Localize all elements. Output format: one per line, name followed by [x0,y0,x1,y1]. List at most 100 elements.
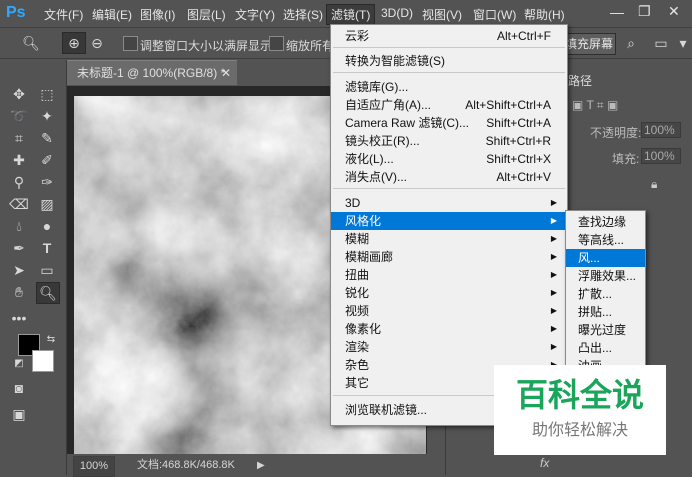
brush-tool-icon[interactable]: ✐ [36,150,58,170]
stylize-find-edges[interactable]: 查找边缘 [566,213,645,231]
default-colors-icon[interactable]: ◩ [8,354,30,374]
stylize-diffuse[interactable]: 扩散... [566,285,645,303]
menu-window[interactable]: 窗口(W) [473,6,516,23]
zoom-level[interactable]: 100% [73,456,115,477]
move-tool-icon[interactable]: ✥ [8,84,30,104]
quick-mask-icon[interactable]: ◙ [8,378,30,398]
pen-tool-icon[interactable]: ✒ [8,238,30,258]
stylize-solarize[interactable]: 曝光过度 [566,321,645,339]
zoom-out-icon[interactable]: ⊖ [86,33,108,53]
stylize-submenu: 查找边缘 等高线... 风... 浮雕效果... 扩散... 拼贴... 曝光过… [565,210,646,372]
document-tab[interactable]: 未标题-1 @ 100%(RGB/8) * ✕ [67,60,237,85]
layer-filter-icons[interactable]: ▣ T ⌗ ▣ [572,98,618,113]
filter-item-sharpen[interactable]: 锐化 ▶ [331,284,567,302]
resize-windows-label: 调整窗口大小以满屏显示 [140,39,273,53]
history-brush-icon[interactable]: ✑ [36,172,58,192]
submenu-arrow-icon: ▶ [550,306,557,315]
magic-wand-icon[interactable]: ✦ [36,106,58,126]
stylize-trace-contour[interactable]: 等高线... [566,231,645,249]
more-tools-icon[interactable]: ••• [8,308,30,328]
submenu-arrow-icon: ▶ [550,252,557,261]
minimize-icon[interactable]: — [610,4,624,20]
zoom-all-label: 缩放所有 [286,39,335,53]
resize-windows-checkbox[interactable] [123,36,138,51]
filter-item-convert-smart[interactable]: 转换为智能滤镜(S) [331,52,567,70]
submenu-arrow-icon: ▶ [550,216,557,225]
filter-item-distort[interactable]: 扭曲 ▶ [331,266,567,284]
filter-item-pixelate[interactable]: 像素化 ▶ [331,320,567,338]
filter-item-stylize[interactable]: 风格化 ▶ [331,212,567,230]
watermark: 百科全说 助你轻松解决 [494,365,666,455]
eraser-tool-icon[interactable]: ⌫ [8,194,30,214]
hand-tool-icon[interactable]: ✋︎ [8,282,30,302]
fill-screen-button[interactable]: 填充屏幕 [562,33,616,55]
filter-item-blur[interactable]: 模糊 ▶ [331,230,567,248]
background-color-swatch[interactable] [32,350,54,372]
workspace-menu-icon[interactable]: ▾ [672,33,692,53]
stylize-extrude[interactable]: 凸出... [566,339,645,357]
watermark-title: 百科全说 [515,377,644,413]
stylize-wind[interactable]: 风... [566,249,645,267]
gradient-tool-icon[interactable]: ▨ [36,194,58,214]
search-icon[interactable]: ⌕ [620,33,642,53]
crop-tool-icon[interactable]: ⌗ [8,128,30,148]
menu-help[interactable]: 帮助(H) [524,6,565,23]
zoom-tool-icon[interactable]: 🔍︎ [36,282,60,304]
status-bar: 100% 文档:468.8K/468.8K ▶ [67,456,427,477]
close-tab-icon[interactable]: ✕ [221,61,231,85]
screen-mode-icon[interactable]: ▣ [8,404,30,424]
fx-button[interactable]: fx [540,456,549,470]
menu-edit[interactable]: 编辑(E) [92,6,132,23]
filter-item-3d[interactable]: 3D ▶ [331,194,567,212]
filter-item-gallery[interactable]: 滤镜库(G)... [331,78,567,96]
close-icon[interactable]: ✕ [668,3,680,20]
stylize-tiles[interactable]: 拼贴... [566,303,645,321]
blur-tool-icon[interactable]: 💧︎ [8,216,30,236]
zoom-all-checkbox[interactable] [269,36,284,51]
photoshop-logo: Ps [6,4,26,21]
filter-item-clouds[interactable]: 云彩 Alt+Ctrl+F [331,27,567,45]
path-selection-icon[interactable]: ➤ [8,260,30,280]
lock-icon: 🔒︎ [651,177,658,191]
fill-value[interactable]: 100% [641,148,681,164]
menu-3d[interactable]: 3D(D) [381,6,413,20]
restore-icon[interactable]: ❐ [638,3,651,20]
healing-brush-icon[interactable]: ✚ [8,150,30,170]
swap-colors-icon[interactable]: ⇆ [40,330,62,350]
submenu-arrow-icon: ▶ [550,234,557,243]
filter-item-camera-raw[interactable]: Camera Raw 滤镜(C)... Shift+Ctrl+A [331,114,567,132]
type-tool-icon[interactable]: T [36,238,58,258]
marquee-tool-icon[interactable]: ⬚ [36,84,58,104]
tab-paths[interactable]: 路径 [568,72,598,89]
eyedropper-icon[interactable]: ✎ [36,128,58,148]
filter-item-render[interactable]: 渲染 ▶ [331,338,567,356]
menu-layer[interactable]: 图层(L) [187,6,226,23]
menu-separator [333,72,565,73]
workspace-icon[interactable]: ▭ [650,33,672,53]
filter-item-blur-gallery[interactable]: 模糊画廊 ▶ [331,248,567,266]
zoom-in-icon[interactable]: ⊕ [62,32,86,54]
menu-select[interactable]: 选择(S) [283,6,323,23]
dodge-tool-icon[interactable]: ● [36,216,58,236]
zoom-tool-preset-icon[interactable]: 🔍︎ [20,33,42,53]
filter-item-lens-correction[interactable]: 镜头校正(R)... Shift+Ctrl+R [331,132,567,150]
clone-stamp-icon[interactable]: ⚲ [8,172,30,192]
menu-type[interactable]: 文字(Y) [235,6,275,23]
opacity-value[interactable]: 100% [641,122,681,138]
submenu-arrow-icon: ▶ [550,288,557,297]
stylize-emboss[interactable]: 浮雕效果... [566,267,645,285]
menu-file[interactable]: 文件(F) [44,6,83,23]
lasso-tool-icon[interactable]: ➰ [8,106,30,126]
submenu-arrow-icon: ▶ [550,342,557,351]
menu-image[interactable]: 图像(I) [140,6,175,23]
status-arrow-icon[interactable]: ▶ [257,456,265,475]
filter-item-adaptive-wide-angle[interactable]: 自适应广角(A)... Alt+Shift+Ctrl+A [331,96,567,114]
filter-item-liquify[interactable]: 液化(L)... Shift+Ctrl+X [331,150,567,168]
filter-item-vanishing-point[interactable]: 消失点(V)... Alt+Ctrl+V [331,168,567,186]
document-title: 未标题-1 @ 100%(RGB/8) * [77,66,226,80]
rectangle-tool-icon[interactable]: ▭ [36,260,58,280]
menu-view[interactable]: 视图(V) [422,6,462,23]
menu-filter[interactable]: 滤镜(T) [326,4,376,25]
document-info: 文档:468.8K/468.8K [137,459,235,471]
filter-item-video[interactable]: 视频 ▶ [331,302,567,320]
